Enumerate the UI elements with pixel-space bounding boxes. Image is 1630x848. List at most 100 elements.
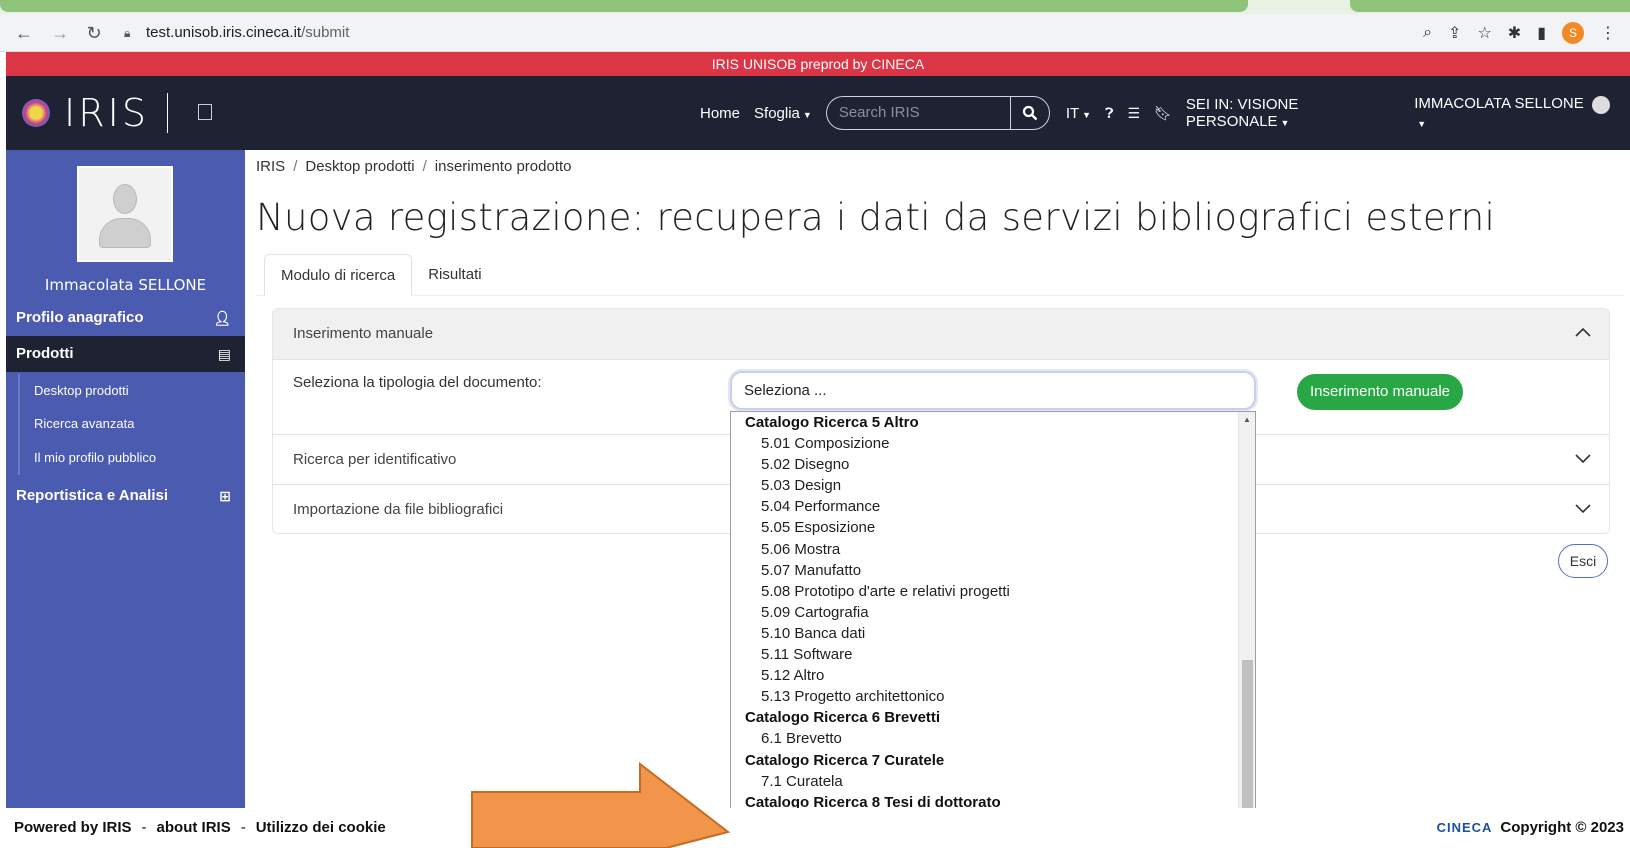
user-menu[interactable]: IMMACOLATA SELLONE ▼ bbox=[1414, 95, 1616, 130]
dropdown-option[interactable]: 6.1 Brevetto bbox=[731, 728, 1238, 749]
scrollbar-thumb[interactable] bbox=[1242, 660, 1253, 820]
environment-banner: IRIS UNISOB preprod by CINECA bbox=[6, 52, 1630, 76]
star-icon[interactable]: ☆ bbox=[1477, 23, 1491, 43]
document-type-label: Seleziona la tipologia del documento: bbox=[293, 374, 542, 391]
profile-name: Immacolata SELLONE bbox=[44, 276, 207, 294]
footer-powered-link[interactable]: Powered by IRIS bbox=[14, 819, 132, 836]
dropdown-option[interactable]: 5.05 Esposizione bbox=[731, 517, 1238, 538]
dropdown-option[interactable]: 5.01 Composizione bbox=[731, 433, 1238, 454]
book-icon: ▤ bbox=[217, 346, 231, 362]
reload-icon[interactable]: ↻ bbox=[82, 21, 106, 45]
caret-down-icon: ▼ bbox=[1417, 118, 1427, 129]
top-navbar: IRIS Home Sfoglia ▼ Search IRIS IT ▼ ❓︎ ☰ … bbox=[6, 76, 1630, 150]
browser-profile-avatar[interactable]: S bbox=[1562, 22, 1584, 44]
sidebar-subitem-ricerca-avanzata[interactable]: Ricerca avanzata bbox=[18, 407, 245, 441]
forward-icon[interactable]: → bbox=[48, 21, 72, 45]
dropdown-option[interactable]: 5.06 Mostra bbox=[731, 539, 1238, 560]
footer-about-link[interactable]: about IRIS bbox=[157, 819, 231, 836]
search-button[interactable] bbox=[1009, 96, 1050, 130]
list-icon[interactable]: ☰ bbox=[1128, 105, 1141, 122]
sidepanel-icon[interactable]: ▮ bbox=[1537, 23, 1546, 43]
url-host: test.unisob.iris.cineca.it bbox=[146, 24, 302, 41]
browser-menu-icon[interactable]: ⋮ bbox=[1600, 23, 1616, 43]
sidebar-subitem-desktop-prodotti[interactable]: Desktop prodotti bbox=[18, 374, 245, 408]
nav-browse-dropdown[interactable]: Sfoglia ▼ bbox=[754, 105, 812, 122]
exit-button[interactable]: Esci bbox=[1558, 544, 1608, 578]
help-icon[interactable]: ❓︎ bbox=[1105, 105, 1113, 122]
browser-tab[interactable] bbox=[0, 0, 1248, 12]
nav-home[interactable]: Home bbox=[700, 105, 740, 122]
caret-down-icon: ▼ bbox=[802, 109, 812, 120]
dropdown-option[interactable]: 5.10 Banca dati bbox=[731, 623, 1238, 644]
breadcrumb-link-desktop[interactable]: Desktop prodotti bbox=[305, 158, 414, 175]
dropdown-group-header: Catalogo Ricerca 5 Altro bbox=[745, 414, 919, 431]
navbar-search: Search IRIS bbox=[825, 96, 1050, 130]
document-type-select[interactable]: Seleziona ... bbox=[730, 371, 1256, 410]
sidebar-item-label: Reportistica e Analisi bbox=[16, 487, 168, 504]
dropdown-option[interactable]: 5.07 Manufatto bbox=[731, 560, 1238, 581]
sidebar-item-profilo-anagrafico[interactable]: Profilo anagrafico 👤︎ bbox=[6, 300, 245, 336]
back-icon[interactable]: ← bbox=[12, 21, 36, 45]
bookmark-icon[interactable]: 🔖︎ bbox=[1154, 105, 1172, 122]
dropdown-option[interactable]: 5.13 Progetto architettonico bbox=[731, 686, 1238, 707]
share-icon[interactable]: ⇪ bbox=[1448, 23, 1461, 43]
sidebar-item-label: Profilo anagrafico bbox=[16, 309, 144, 326]
manual-insert-button[interactable]: Inserimento manuale bbox=[1297, 374, 1463, 410]
extensions-icon[interactable]: ✱ bbox=[1508, 23, 1521, 43]
browser-tab-strip bbox=[0, 0, 1630, 14]
annotation-arrow-icon bbox=[471, 762, 730, 848]
tab-risultati[interactable]: Risultati bbox=[412, 254, 497, 296]
logo-divider bbox=[166, 93, 168, 133]
iris-logo-icon bbox=[22, 99, 50, 127]
footer-separator: - bbox=[141, 819, 147, 836]
dropdown-option[interactable]: 5.08 Prototipo d'arte e relativi progett… bbox=[731, 581, 1238, 602]
dropdown-option[interactable]: 5.09 Cartografia bbox=[731, 602, 1238, 623]
language-label: IT bbox=[1065, 104, 1080, 122]
accordion-header-manual[interactable]: Inserimento manuale bbox=[273, 309, 1609, 359]
caret-down-icon: ▼ bbox=[1082, 109, 1092, 120]
document-type-dropdown: Catalogo Ricerca 5 Altro 5.01 Composizion… bbox=[730, 411, 1256, 838]
sidebar: Immacolata SELLONE Profilo anagrafico 👤︎… bbox=[6, 150, 245, 808]
profile-photo[interactable] bbox=[77, 166, 173, 262]
sidebar-item-prodotti[interactable]: Prodotti ▤ bbox=[6, 336, 245, 372]
sidebar-item-reportistica[interactable]: Reportistica e Analisi ⊞ bbox=[6, 478, 245, 514]
cineca-logo[interactable]: CINECA bbox=[1437, 820, 1493, 835]
url-path: /submit bbox=[301, 24, 350, 41]
breadcrumb-link-iris[interactable]: IRIS bbox=[256, 158, 285, 175]
search-icon bbox=[1022, 105, 1038, 121]
dropdown-option[interactable]: 5.11 Software bbox=[731, 644, 1238, 665]
chevron-up-icon bbox=[1575, 309, 1591, 359]
chevron-down-icon bbox=[1575, 485, 1591, 533]
chevron-down-icon bbox=[1575, 435, 1591, 485]
user-icon: 👤︎ bbox=[213, 310, 231, 326]
dropdown-option[interactable]: 5.03 Design bbox=[731, 475, 1238, 496]
context-dropdown[interactable]: SEI IN: VISIONE PERSONALE ▼ bbox=[1186, 96, 1400, 130]
browser-toolbar-icons: ⌕ ⇪ ☆ ✱ ▮ S ⋮ bbox=[1423, 21, 1616, 45]
dropdown-option[interactable]: 5.04 Performance bbox=[731, 496, 1238, 517]
accordion-header-label: Ricerca per identificativo bbox=[293, 451, 457, 468]
dropdown-scrollbar[interactable]: ▲ ▼ bbox=[1238, 412, 1255, 837]
user-placeholder-icon bbox=[95, 178, 155, 250]
tab-modulo-di-ricerca[interactable]: Modulo di ricerca bbox=[264, 254, 413, 296]
language-dropdown[interactable]: IT ▼ bbox=[1066, 105, 1091, 122]
footer-cookies-link[interactable]: Utilizzo dei cookie bbox=[256, 819, 386, 836]
footer-separator: - bbox=[240, 819, 246, 836]
zoom-icon[interactable]: ⌕ bbox=[1423, 24, 1432, 42]
footer: Powered by IRIS - about IRIS - Utilizzo dei … bbox=[6, 808, 1630, 848]
user-name: IMMACOLATA SELLONE bbox=[1414, 95, 1584, 113]
dropdown-option[interactable]: 7.1 Curatela bbox=[731, 771, 1238, 792]
footer-copyright: CINECA Copyright © 2023 bbox=[1437, 808, 1624, 848]
dropdown-option[interactable]: 5.02 Disegno bbox=[731, 454, 1238, 475]
url-field[interactable]: 🔒︎ test.unisob.iris.cineca.it/submit bbox=[124, 19, 1374, 47]
search-input[interactable]: Search IRIS bbox=[825, 96, 1010, 130]
lock-icon: 🔒︎ bbox=[124, 26, 131, 40]
sidebar-subitem-profilo-pubblico[interactable]: Il mio profilo pubblico bbox=[18, 441, 245, 475]
dropdown-group-header: Catalogo Ricerca 7 Curatele bbox=[745, 751, 945, 769]
university-logo bbox=[182, 94, 252, 132]
breadcrumb: IRIS / Desktop prodotti / inserimento prodot… bbox=[256, 158, 572, 175]
scroll-up-icon[interactable]: ▲ bbox=[1243, 415, 1251, 424]
accordion-header-label: Inserimento manuale bbox=[293, 325, 434, 342]
browser-tab[interactable] bbox=[1350, 0, 1630, 12]
iris-logo[interactable]: IRIS bbox=[22, 91, 252, 135]
dropdown-option[interactable]: 5.12 Altro bbox=[731, 665, 1238, 686]
